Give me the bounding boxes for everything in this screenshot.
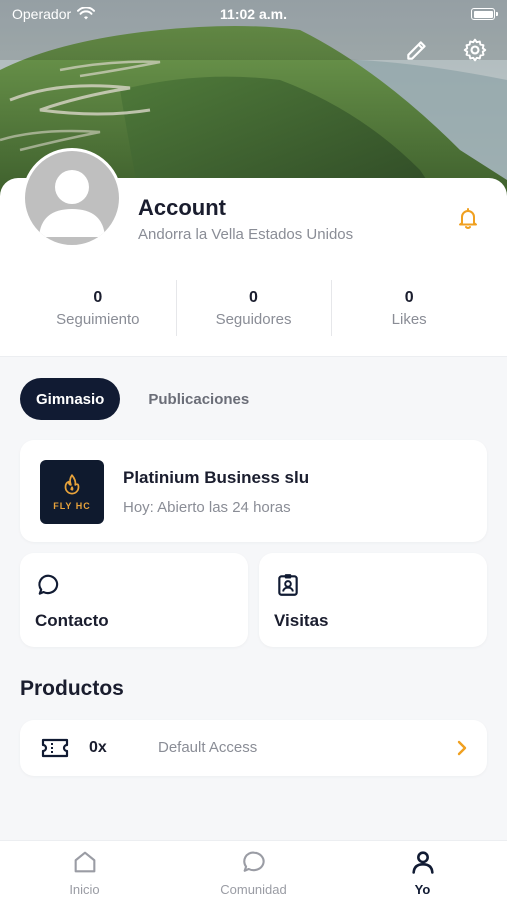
nav-inicio[interactable]: Inicio [0,841,169,900]
business-hours: Hoy: Abierto las 24 horas [123,499,291,516]
business-name: Platinium Business slu [123,468,310,487]
stat-label: Likes [391,310,427,328]
visits-label: Visitas [274,611,329,630]
profile-stats: 0 Seguimiento 0 Seguidores 0 Likes [20,280,487,336]
chat-bubble-icon [35,571,63,599]
nav-comunidad[interactable]: Comunidad [169,841,338,900]
business-card[interactable]: FLY HC Platinium Business slu Hoy: Abier… [20,440,487,542]
products-title: Productos [20,677,124,700]
avatar[interactable] [22,148,122,248]
settings-button[interactable] [459,34,491,66]
nav-label: Yo [414,882,431,897]
stat-value: 0 [93,288,103,306]
header-actions [401,34,491,66]
profile-name: Account [138,195,226,220]
nav-yo[interactable]: Yo [338,841,507,900]
product-item[interactable]: 0x Default Access [20,720,487,776]
tab-publicaciones[interactable]: Publicaciones [144,378,253,420]
business-logo: FLY HC [40,460,104,524]
ticket-icon [40,735,70,761]
visits-button[interactable]: Visitas [259,553,487,647]
edit-profile-button[interactable] [401,34,433,66]
chat-icon [239,847,269,877]
battery-icon [471,8,498,20]
bottom-navigation: Inicio Comunidad Yo [0,840,507,900]
stat-label: Seguidores [215,310,292,328]
chevron-right-icon [451,737,473,759]
profile-tabs: Gimnasio Publicaciones [20,378,253,420]
stat-following[interactable]: 0 Seguimiento [20,280,176,336]
bell-icon [459,208,477,229]
nav-label: Inicio [69,882,100,897]
tab-gimnasio[interactable]: Gimnasio [20,378,121,420]
pencil-icon [407,41,426,60]
carrier-label: Operador [12,6,72,22]
product-count: 0x [89,739,107,756]
status-bar: Operador 11:02 a.m. [0,0,507,28]
stat-followers[interactable]: 0 Seguidores [175,280,332,336]
flame-logo-icon [64,474,80,495]
user-icon [408,847,438,877]
stat-value: 0 [404,288,414,306]
notifications-button[interactable] [455,205,481,231]
default-avatar-icon [39,170,105,237]
nav-label: Comunidad [220,882,287,897]
product-name: Default Access [158,739,258,756]
wifi-icon [77,7,96,20]
gear-icon [463,38,487,62]
home-icon [70,847,100,877]
profile-location: Andorra la Vella Estados Unidos [138,226,354,243]
contact-label: Contacto [35,611,109,630]
stat-value: 0 [249,288,258,306]
stat-label: Seguimiento [56,310,140,328]
logo-text: FLY HC [53,501,91,511]
stat-likes[interactable]: 0 Likes [331,280,487,336]
badge-id-icon [274,571,302,599]
contact-button[interactable]: Contacto [20,553,248,647]
